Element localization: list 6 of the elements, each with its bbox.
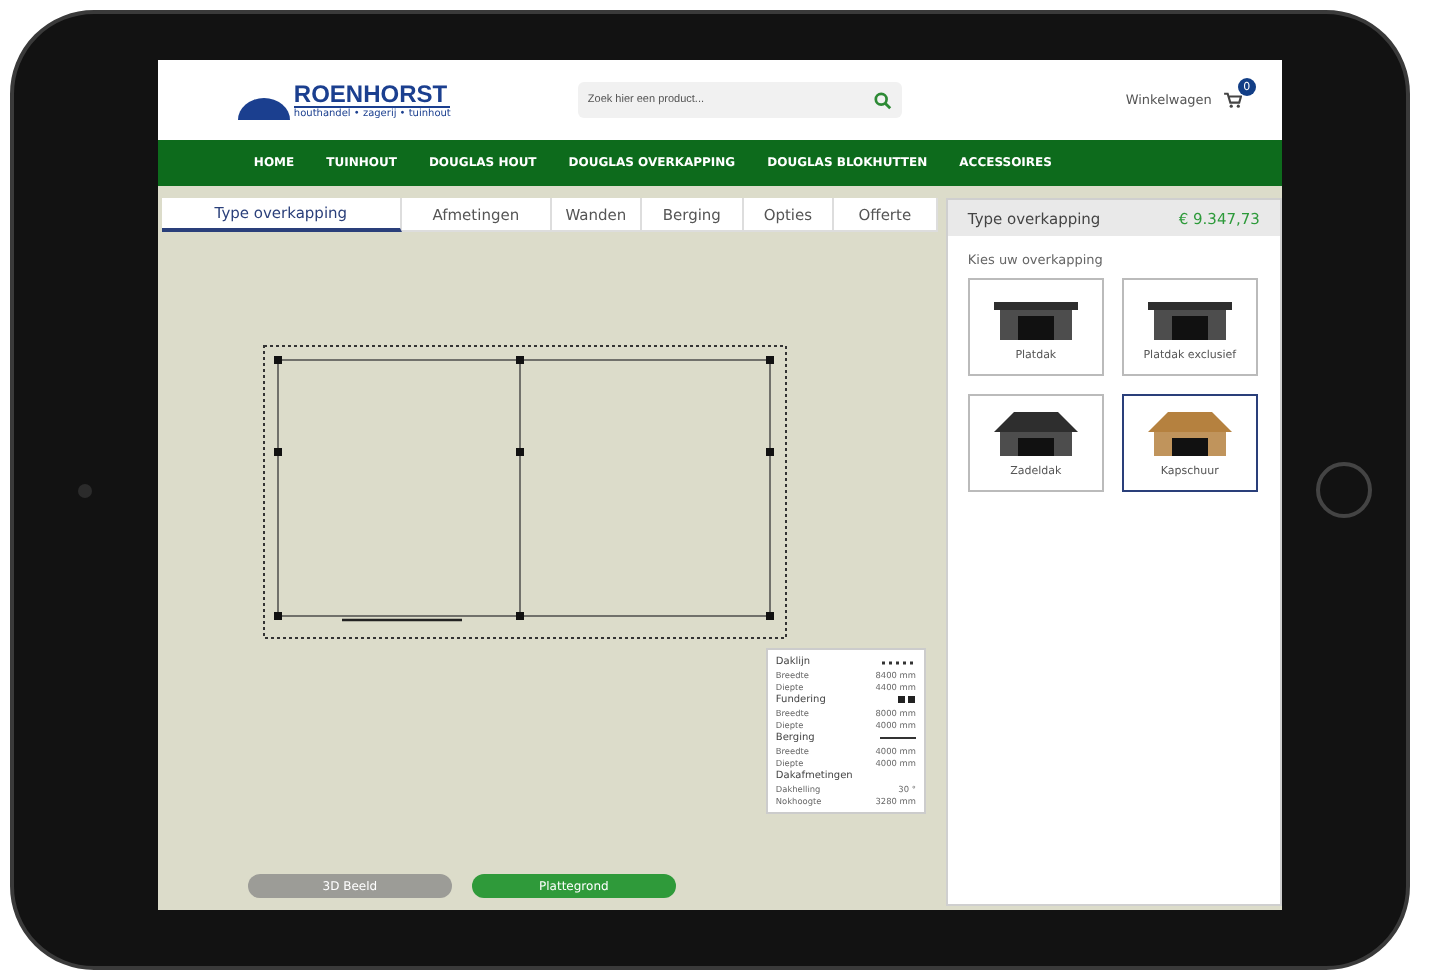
logo-name: ROENHORST: [293, 81, 450, 105]
search-icon[interactable]: [873, 91, 892, 109]
home-button[interactable]: [1315, 462, 1372, 518]
logo-icon: [237, 95, 290, 119]
cart-icon[interactable]: [1223, 92, 1242, 108]
camera-icon: [78, 483, 93, 497]
